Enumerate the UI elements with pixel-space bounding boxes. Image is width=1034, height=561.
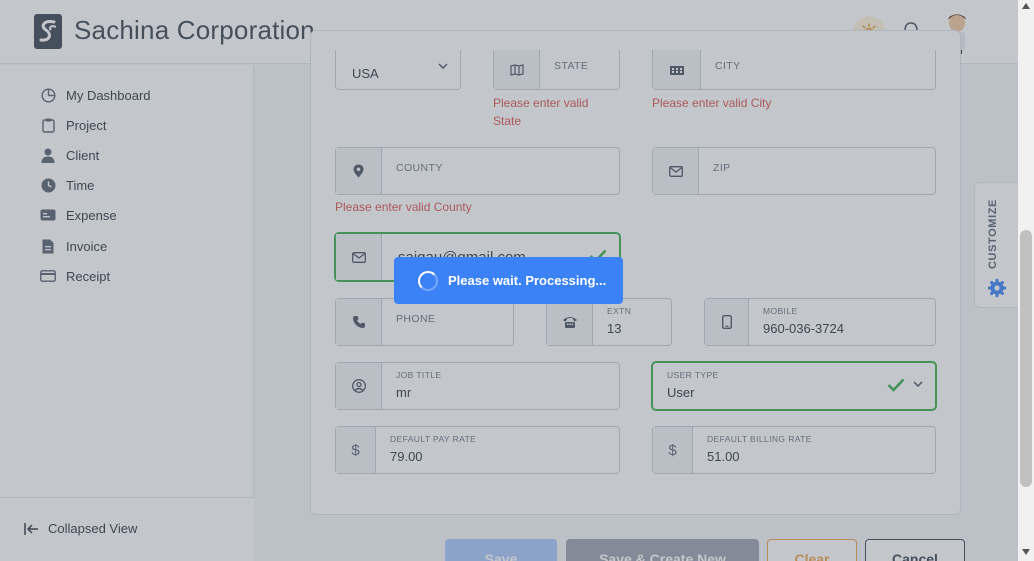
processing-message: Please wait. Processing...: [448, 273, 607, 288]
scroll-up-arrow-icon[interactable]: [1022, 3, 1030, 9]
scroll-down-arrow-icon[interactable]: [1022, 549, 1030, 555]
scrollbar-thumb[interactable]: [1020, 230, 1032, 487]
spinner-icon: [418, 270, 438, 291]
processing-toast: Please wait. Processing...: [394, 257, 623, 304]
